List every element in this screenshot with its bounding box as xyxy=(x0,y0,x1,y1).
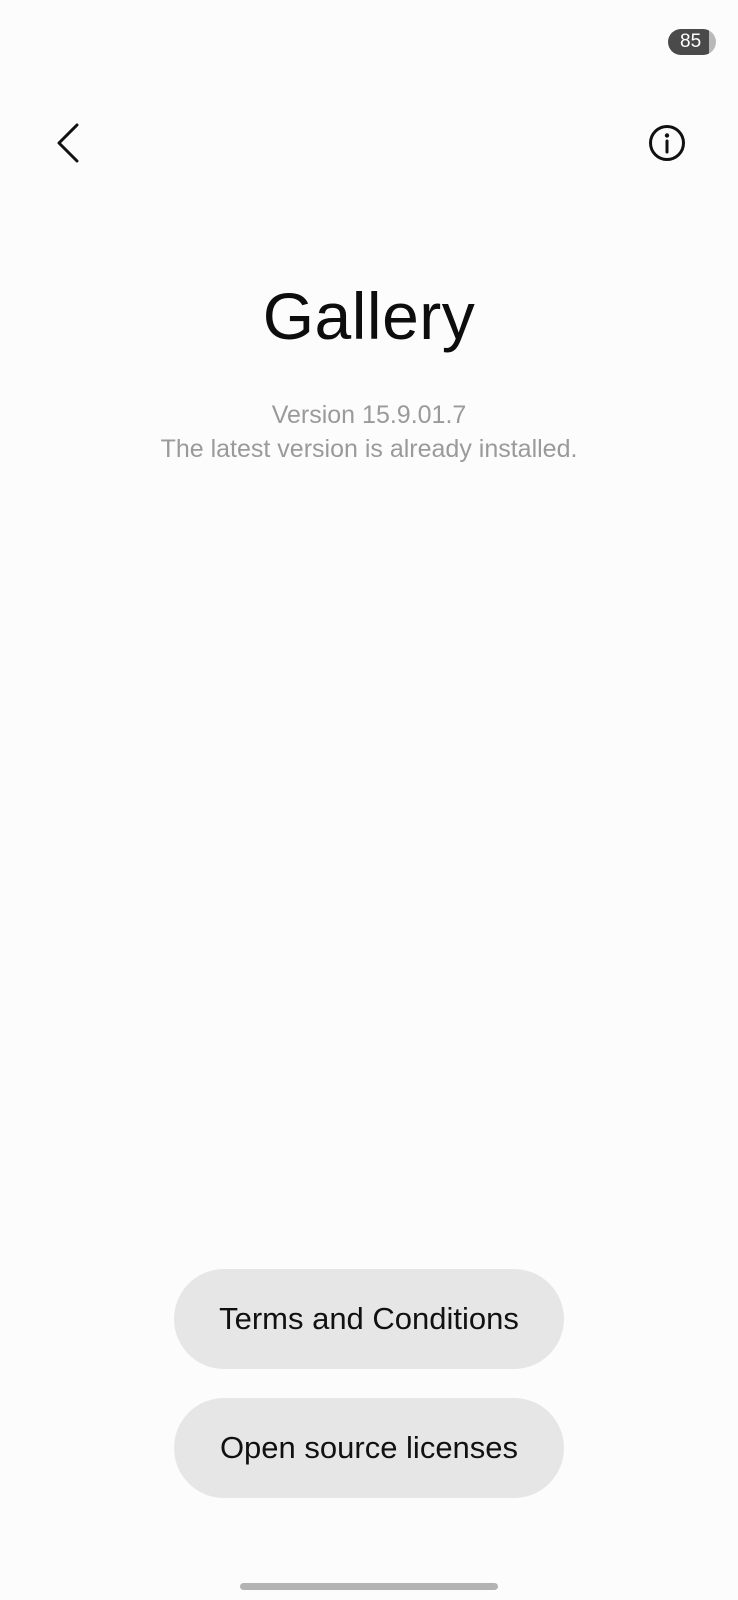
version-label: Version 15.9.01.7 xyxy=(271,401,467,429)
home-indicator[interactable] xyxy=(240,1583,498,1590)
terms-and-conditions-button[interactable]: Terms and Conditions xyxy=(174,1269,564,1369)
info-circle-icon xyxy=(649,125,685,161)
update-status-label: The latest version is already installed. xyxy=(160,435,578,463)
chevron-left-icon xyxy=(57,123,79,163)
info-button[interactable] xyxy=(644,120,690,166)
app-title: Gallery xyxy=(262,279,476,353)
back-button[interactable] xyxy=(46,116,90,170)
open-source-licenses-button[interactable]: Open source licenses xyxy=(174,1398,564,1498)
battery-indicator: 85 xyxy=(668,29,716,55)
battery-level: 85 xyxy=(680,31,702,52)
